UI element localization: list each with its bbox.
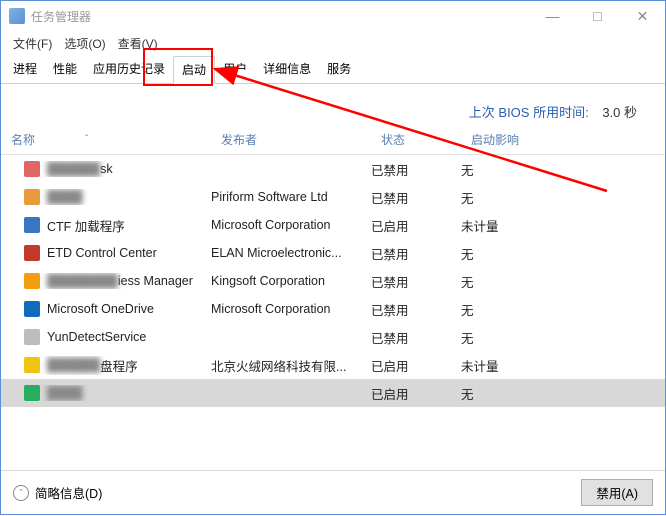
tab-startup[interactable]: 启动 — [173, 56, 215, 84]
table-row[interactable]: Microsoft OneDrive Microsoft Corporation已… — [1, 295, 665, 323]
window-buttons: — □ ✕ — [530, 1, 665, 31]
app-icon — [23, 189, 41, 205]
tab-users[interactable]: 用户 — [215, 56, 255, 84]
table-row[interactable]: ██████盘程序 北京火绒网络科技有限...已启用未计量 — [1, 351, 665, 379]
fewer-details-label: 简略信息(D) — [35, 483, 102, 502]
menu-view[interactable]: 查看(V) — [112, 33, 164, 54]
app-icon — [23, 329, 41, 345]
header-name-label: 名称 — [11, 131, 35, 148]
row-status: 已启用 — [371, 384, 461, 403]
table-row[interactable]: ████████iess Manager Kingsoft Corporation… — [1, 267, 665, 295]
titlebar: 任务管理器 — □ ✕ — [1, 1, 665, 31]
header-name[interactable]: 名称 ˆ — [11, 131, 221, 148]
row-status: 已启用 — [371, 356, 461, 375]
tab-history[interactable]: 应用历史记录 — [85, 56, 173, 84]
app-icon — [23, 385, 41, 401]
row-impact: 无 — [461, 384, 665, 403]
table-row[interactable]: CTF 加载程序 Microsoft Corporation已启用未计量 — [1, 211, 665, 239]
row-impact: 无 — [461, 328, 665, 347]
disable-button[interactable]: 禁用(A) — [581, 479, 653, 506]
row-status: 已启用 — [371, 216, 461, 235]
table-row[interactable]: YunDetectService 已禁用无 — [1, 323, 665, 351]
table-row[interactable]: ████ 已启用无 — [1, 379, 665, 407]
fewer-details-button[interactable]: ˆ 简略信息(D) — [13, 483, 102, 502]
table-row[interactable]: ████ Piriform Software Ltd已禁用无 — [1, 183, 665, 211]
row-name: ETD Control Center — [47, 246, 157, 260]
bios-value: 3.0 秒 — [602, 105, 637, 120]
row-publisher: Piriform Software Ltd — [211, 190, 371, 204]
tab-services[interactable]: 服务 — [319, 56, 359, 84]
row-publisher: Microsoft Corporation — [211, 302, 371, 316]
app-icon — [23, 301, 41, 317]
maximize-button[interactable]: □ — [575, 1, 620, 31]
menu-options[interactable]: 选项(O) — [58, 33, 111, 54]
row-impact: 无 — [461, 244, 665, 263]
row-name: iess Manager — [118, 274, 193, 288]
sort-caret-icon: ˆ — [85, 134, 88, 145]
row-impact: 未计量 — [461, 356, 665, 375]
app-icon — [23, 217, 41, 233]
menubar: 文件(F) 选项(O) 查看(V) — [1, 31, 665, 55]
row-name: sk — [100, 162, 113, 176]
row-publisher: Kingsoft Corporation — [211, 274, 371, 288]
close-button[interactable]: ✕ — [620, 1, 665, 31]
row-name-blurred: ██████ — [47, 358, 100, 372]
tab-processes[interactable]: 进程 — [5, 56, 45, 84]
row-impact: 无 — [461, 272, 665, 291]
row-status: 已禁用 — [371, 244, 461, 263]
row-name: 盘程序 — [100, 356, 138, 375]
row-impact: 无 — [461, 160, 665, 179]
header-status[interactable]: 状态 — [381, 131, 471, 148]
menu-file[interactable]: 文件(F) — [7, 33, 58, 54]
table-row[interactable]: ██████sk 已禁用无 — [1, 155, 665, 183]
row-impact: 未计量 — [461, 216, 665, 235]
header-impact[interactable]: 启动影响 — [471, 131, 665, 148]
row-name-blurred: ████ — [47, 386, 82, 400]
window-title: 任务管理器 — [31, 8, 530, 25]
row-name-blurred: ████ — [47, 190, 82, 204]
row-publisher: ELAN Microelectronic... — [211, 246, 371, 260]
bios-label: 上次 BIOS 所用时间: — [469, 105, 589, 120]
row-status: 已禁用 — [371, 328, 461, 347]
row-publisher: Microsoft Corporation — [211, 218, 371, 232]
tab-strip: 进程 性能 应用历史记录 启动 用户 详细信息 服务 — [1, 55, 665, 84]
column-headers: 名称 ˆ 发布者 状态 启动影响 — [1, 121, 665, 155]
header-publisher[interactable]: 发布者 — [221, 131, 381, 148]
app-icon — [23, 161, 41, 177]
row-status: 已禁用 — [371, 160, 461, 179]
bottom-bar: ˆ 简略信息(D) 禁用(A) — [1, 470, 665, 514]
app-icon — [23, 245, 41, 261]
row-publisher: 北京火绒网络科技有限... — [211, 356, 371, 375]
app-icon — [23, 273, 41, 289]
row-status: 已禁用 — [371, 272, 461, 291]
row-impact: 无 — [461, 188, 665, 207]
table-row[interactable]: ETD Control Center ELAN Microelectronic..… — [1, 239, 665, 267]
row-impact: 无 — [461, 300, 665, 319]
row-name: YunDetectService — [47, 330, 146, 344]
row-name: CTF 加载程序 — [47, 216, 125, 235]
app-icon — [23, 357, 41, 373]
bios-time: 上次 BIOS 所用时间: 3.0 秒 — [1, 84, 665, 121]
row-status: 已禁用 — [371, 188, 461, 207]
tab-performance[interactable]: 性能 — [45, 56, 85, 84]
startup-list: ██████sk已禁用无████Piriform Software Ltd已禁用… — [1, 155, 665, 407]
chevron-up-icon: ˆ — [13, 485, 29, 501]
row-status: 已禁用 — [371, 300, 461, 319]
minimize-button[interactable]: — — [530, 1, 575, 31]
row-name: Microsoft OneDrive — [47, 302, 154, 316]
tab-details[interactable]: 详细信息 — [255, 56, 319, 84]
row-name-blurred: ████████ — [47, 274, 118, 288]
row-name-blurred: ██████ — [47, 162, 100, 176]
app-icon — [9, 8, 25, 24]
